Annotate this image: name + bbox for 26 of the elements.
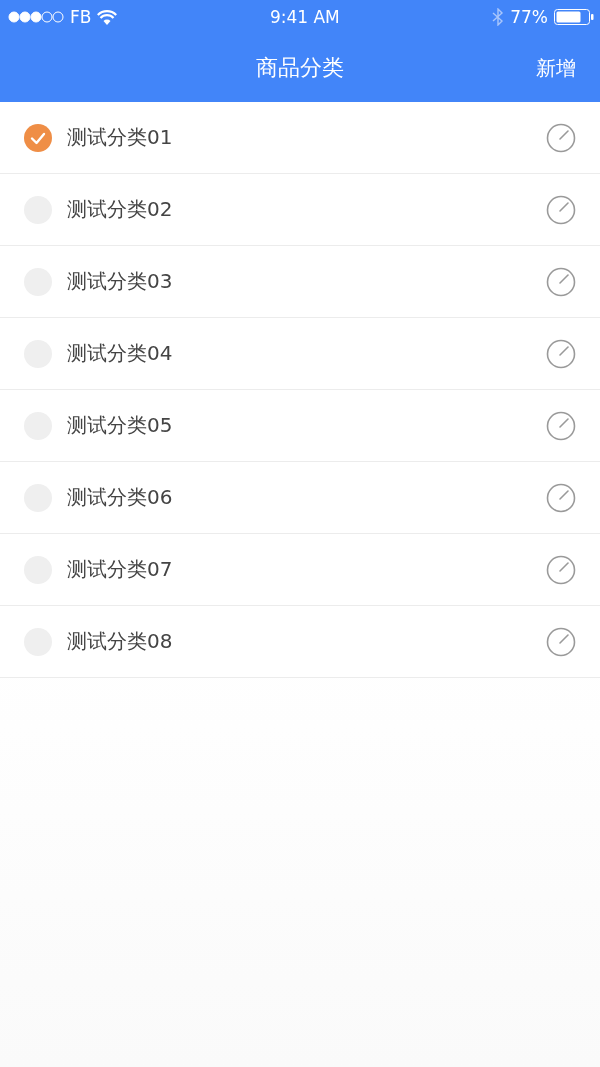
category-name: 测试分类07 xyxy=(67,556,174,583)
bluetooth-icon xyxy=(492,8,505,26)
category-name: 测试分类04 xyxy=(67,340,174,367)
carrier-name: FB xyxy=(70,7,92,27)
edit-icon[interactable] xyxy=(546,338,576,369)
edit-icon[interactable] xyxy=(546,194,576,225)
radio-button[interactable] xyxy=(24,123,52,152)
category-name: 测试分类02 xyxy=(67,196,174,223)
category-name: 测试分类08 xyxy=(67,628,174,655)
wifi-icon xyxy=(97,9,118,25)
category-name: 测试分类01 xyxy=(67,124,174,151)
edit-icon[interactable] xyxy=(546,626,576,657)
battery-percentage: 77% xyxy=(510,7,548,27)
page-title: 商品分类 xyxy=(256,54,344,82)
edit-icon[interactable] xyxy=(546,554,576,585)
category-name: 测试分类06 xyxy=(67,484,174,511)
battery-icon xyxy=(554,9,594,25)
edit-icon[interactable] xyxy=(546,266,576,297)
edit-icon[interactable] xyxy=(546,482,576,513)
add-button[interactable]: 新增 xyxy=(536,54,576,82)
edit-icon[interactable] xyxy=(546,122,576,153)
category-name: 测试分类05 xyxy=(67,412,174,439)
edit-icon[interactable] xyxy=(546,410,576,441)
category-name: 测试分类03 xyxy=(67,268,174,295)
signal-icon xyxy=(8,11,64,23)
status-time: 9:41 AM xyxy=(269,7,340,27)
